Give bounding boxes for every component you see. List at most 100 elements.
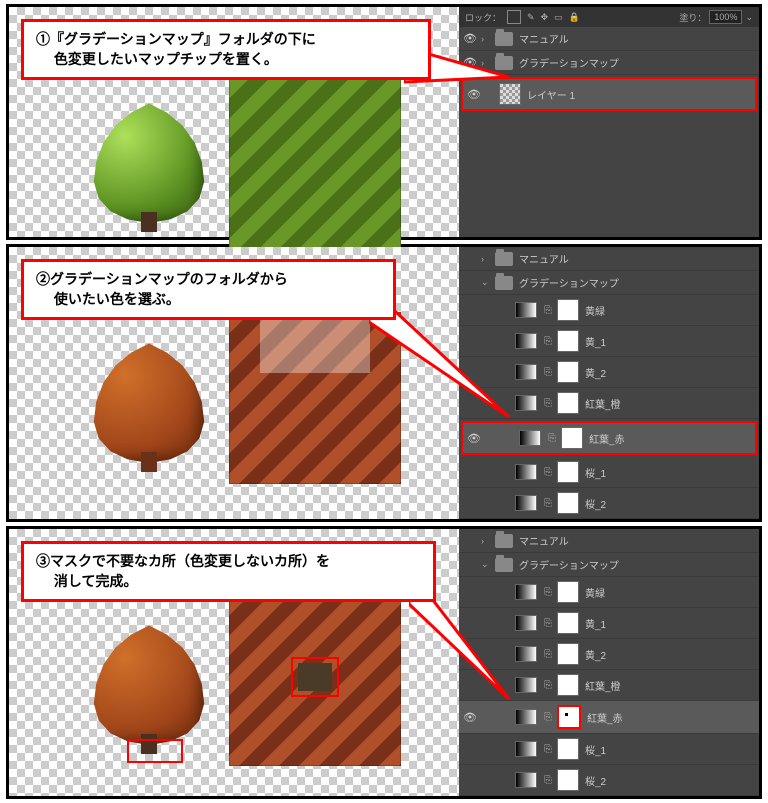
gradient-thumbnail[interactable]	[519, 430, 541, 446]
canvas-area-3[interactable]: ③マスクで不要なカ所（色変更しないカ所）を 消して完成。	[9, 529, 459, 796]
green-tile-sprite	[229, 77, 401, 249]
gradient-thumbnail[interactable]	[515, 677, 537, 693]
layer-label: 黄_1	[585, 334, 759, 349]
layer-label: 紅葉_橙	[585, 396, 759, 411]
adj-layer[interactable]: ⎘ 桜_1	[459, 734, 759, 765]
gradient-thumbnail[interactable]	[515, 741, 537, 757]
move-icon[interactable]: ✥	[541, 12, 549, 23]
link-icon[interactable]: ⎘	[541, 712, 555, 723]
gradient-thumbnail[interactable]	[515, 709, 537, 725]
link-icon[interactable]: ⎘	[541, 305, 555, 316]
frame-icon[interactable]: ▭	[554, 12, 563, 23]
step-1: ①『グラデーションマップ』フォルダの下に 色変更したいマップチップを置く。 ロッ…	[6, 4, 762, 240]
layer-label: 桜_1	[585, 465, 759, 480]
link-icon[interactable]: ⎘	[541, 398, 555, 409]
layer-label: マニュアル	[519, 251, 759, 266]
link-icon[interactable]: ⎘	[541, 649, 555, 660]
gradient-thumbnail[interactable]	[515, 646, 537, 662]
link-icon[interactable]: ⎘	[541, 498, 555, 509]
layer-label: グラデーションマップ	[519, 275, 759, 290]
link-icon[interactable]: ⎘	[541, 467, 555, 478]
mask-thumbnail[interactable]	[557, 492, 579, 514]
gradient-thumbnail[interactable]	[515, 772, 537, 788]
mask-thumbnail[interactable]	[557, 581, 579, 603]
green-tree-sprite	[89, 97, 209, 227]
red-tree-sprite	[89, 619, 209, 749]
layer-label: 黄緑	[585, 585, 759, 600]
folder-icon	[495, 32, 513, 46]
red-tree-sprite	[89, 337, 209, 467]
gradient-thumbnail[interactable]	[515, 364, 537, 380]
mask-thumbnail[interactable]	[557, 769, 579, 791]
canvas-area-2[interactable]: ②グラデーションマップのフォルダから 使いたい色を選ぶ。	[9, 247, 459, 519]
fill-label: 塗り：	[679, 11, 706, 24]
link-icon[interactable]: ⎘	[541, 367, 555, 378]
gradient-thumbnail[interactable]	[515, 395, 537, 411]
brush-icon[interactable]: ✎	[527, 12, 535, 23]
mask-thumbnail[interactable]	[557, 361, 579, 383]
layer-label: 黄緑	[585, 303, 759, 318]
callout-1: ①『グラデーションマップ』フォルダの下に 色変更したいマップチップを置く。	[21, 19, 431, 80]
caret-right-icon[interactable]: ›	[481, 34, 495, 44]
mask-thumbnail[interactable]	[557, 299, 579, 321]
mask-thumbnail[interactable]	[557, 643, 579, 665]
link-icon[interactable]: ⎘	[541, 618, 555, 629]
callout-3: ③マスクで不要なカ所（色変更しないカ所）を 消して完成。	[21, 541, 436, 602]
layer-label: 桜_2	[585, 496, 759, 511]
caret-right-icon[interactable]: ›	[481, 536, 495, 546]
layer-label: 黄_2	[585, 647, 759, 662]
lock-label: ロック：	[465, 11, 501, 24]
gradient-thumbnail[interactable]	[515, 464, 537, 480]
gradient-thumbnail[interactable]	[515, 333, 537, 349]
mask-thumbnail[interactable]	[557, 461, 579, 483]
gradient-thumbnail[interactable]	[515, 584, 537, 600]
visibility-icon[interactable]: 👁	[459, 711, 481, 724]
gradient-thumbnail[interactable]	[515, 495, 537, 511]
gradient-thumbnail[interactable]	[515, 302, 537, 318]
fill-value[interactable]: 100%	[709, 10, 742, 24]
gradient-thumbnail[interactable]	[515, 615, 537, 631]
layer-label: 紅葉_赤	[589, 431, 755, 446]
mask-thumbnail[interactable]	[561, 427, 583, 449]
layer-label: 桜_2	[585, 773, 759, 788]
mask-thumbnail-highlighted[interactable]	[557, 705, 581, 729]
layer-label: グラデーションマップ	[519, 557, 759, 572]
link-icon[interactable]: ⎘	[545, 433, 559, 444]
chevron-down-icon[interactable]: ⌄	[745, 12, 753, 23]
layer-label: 紅葉_橙	[585, 678, 759, 693]
visibility-icon[interactable]: 👁	[463, 432, 485, 445]
step-2: ②グラデーションマップのフォルダから 使いたい色を選ぶ。 ›マニュアル ⌄グラデ…	[6, 244, 762, 522]
mask-thumbnail[interactable]	[557, 392, 579, 414]
layer-label: 紅葉_赤	[587, 710, 759, 725]
layer-label: マニュアル	[519, 31, 759, 46]
folder-manual[interactable]: › マニュアル	[459, 529, 759, 553]
mask-thumbnail[interactable]	[557, 674, 579, 696]
callout-2: ②グラデーションマップのフォルダから 使いたい色を選ぶ。	[21, 259, 396, 320]
layers-panel-1: ロック： ✎ ✥ ▭ 🔒 塗り： 100% ⌄ 👁 › マニュアル 👁 › グラ…	[459, 7, 759, 237]
link-icon[interactable]: ⎘	[541, 336, 555, 347]
link-icon[interactable]: ⎘	[541, 744, 555, 755]
mask-thumbnail[interactable]	[557, 738, 579, 760]
folder-icon	[495, 534, 513, 548]
adj-layer[interactable]: ⎘ 桜_1	[459, 457, 759, 488]
link-icon[interactable]: ⎘	[541, 680, 555, 691]
layer-label: 黄_1	[585, 616, 759, 631]
layer-label: マニュアル	[519, 533, 759, 548]
canvas-area-1[interactable]: ①『グラデーションマップ』フォルダの下に 色変更したいマップチップを置く。	[9, 7, 459, 237]
caret-right-icon[interactable]: ›	[481, 254, 495, 264]
link-icon[interactable]: ⎘	[541, 775, 555, 786]
adj-layer[interactable]: ⎘ 桜_2	[459, 765, 759, 796]
layer-label: 桜_1	[585, 742, 759, 757]
adj-layer[interactable]: ⎘ 桜_2	[459, 488, 759, 519]
layer-label: 黄_2	[585, 365, 759, 380]
link-icon[interactable]: ⎘	[541, 587, 555, 598]
mask-highlight-trunk	[127, 739, 183, 763]
mask-thumbnail[interactable]	[557, 330, 579, 352]
mask-thumbnail[interactable]	[557, 612, 579, 634]
lock-icon[interactable]	[507, 10, 521, 24]
visibility-icon[interactable]: 👁	[459, 32, 481, 45]
step-3: ③マスクで不要なカ所（色変更しないカ所）を 消して完成。 ›マニュアル ⌄グラデ…	[6, 526, 762, 799]
lock-bar: ロック： ✎ ✥ ▭ 🔒 塗り： 100% ⌄	[459, 7, 759, 27]
padlock-icon[interactable]: 🔒	[569, 12, 580, 23]
folder-manual[interactable]: › マニュアル	[459, 247, 759, 271]
